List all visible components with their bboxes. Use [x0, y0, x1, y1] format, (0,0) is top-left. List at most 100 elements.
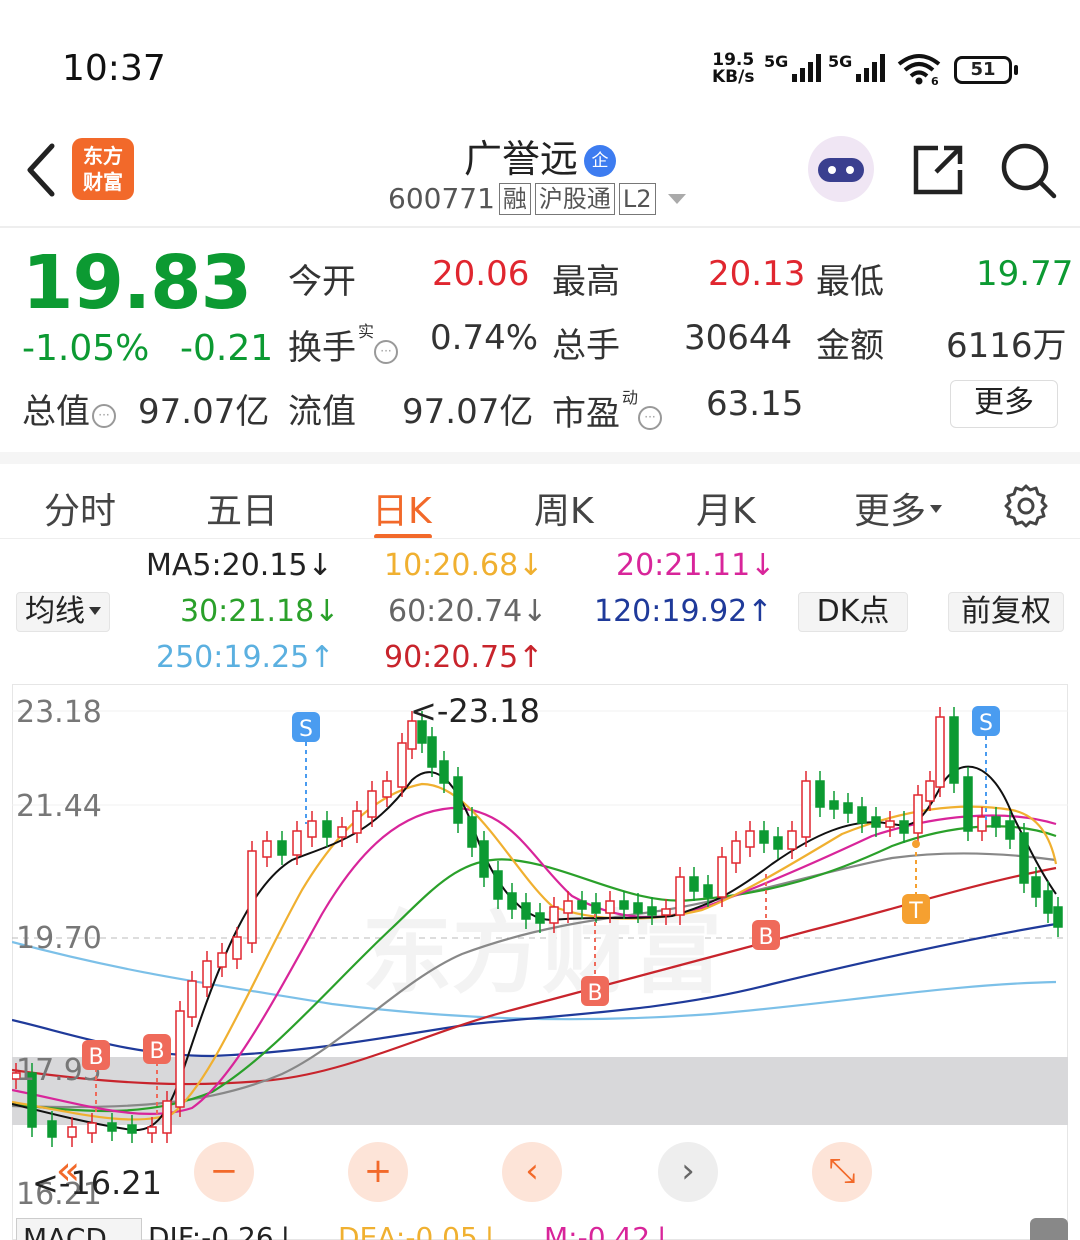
ma10-value: 10:20.68↓	[384, 548, 544, 583]
volume-label: 总手	[552, 326, 620, 366]
pe-label[interactable]: 市盈 动···	[552, 384, 663, 435]
tab-monthly-k[interactable]: 月K	[696, 482, 756, 534]
candle	[175, 1010, 185, 1108]
candle	[521, 902, 531, 920]
period-tabs: 分时 五日 日K 周K 月K 更多	[0, 452, 1080, 539]
collapse-icon[interactable]	[1030, 1218, 1068, 1240]
turnover-value: 0.74%	[430, 318, 539, 358]
chevron-down-icon	[89, 607, 101, 615]
signal-label: S	[299, 717, 313, 742]
signal-label: S	[979, 711, 993, 736]
ma90-value: 90:20.75↑	[384, 640, 544, 675]
candle	[619, 900, 629, 910]
clock: 10:37	[62, 48, 166, 89]
signal-icon: 5G	[764, 52, 824, 84]
pe-sup: 动	[622, 388, 639, 407]
candle	[352, 810, 362, 834]
candle	[367, 790, 377, 818]
candle	[731, 840, 741, 864]
tab-more-label: 更多	[854, 491, 927, 532]
more-info-icon[interactable]: ···	[92, 404, 116, 428]
candle	[577, 900, 587, 910]
candle	[397, 742, 407, 788]
candle	[633, 902, 643, 914]
tab-daily-k[interactable]: 日K	[372, 482, 432, 534]
ma-selector[interactable]: 均线	[16, 592, 110, 632]
signal-label: B	[149, 1039, 164, 1064]
candle	[187, 980, 197, 1018]
macd-m: M:-0.42↓	[544, 1221, 674, 1240]
candle	[453, 776, 463, 824]
pan-left-button[interactable]: ‹	[502, 1142, 562, 1202]
candle	[493, 870, 503, 900]
tab-weekly-k[interactable]: 周K	[534, 482, 594, 534]
candle	[549, 906, 559, 924]
signal-t[interactable]: T	[902, 840, 930, 924]
more-info-icon[interactable]: ···	[374, 340, 399, 364]
candle	[262, 840, 272, 858]
macd-panel: MACD DIF:-0.26↓ DEA:-0.05↓ M:-0.42↓	[0, 1218, 1080, 1240]
low-value: 19.77	[976, 254, 1074, 294]
tab-intraday[interactable]: 分时	[44, 482, 116, 534]
candle	[107, 1122, 117, 1132]
ma-selector-label: 均线	[25, 594, 85, 629]
search-icon[interactable]	[998, 140, 1058, 200]
tab-five-day[interactable]: 五日	[206, 482, 278, 534]
candle	[1031, 876, 1041, 898]
ma30-value: 30:21.18↓	[180, 594, 340, 629]
candle	[202, 960, 212, 988]
wifi-icon: 6	[897, 54, 941, 86]
ma120-value: 120:19.92↑	[594, 594, 773, 629]
tab-more[interactable]: 更多	[854, 482, 943, 534]
assistant-robot-icon[interactable]	[808, 136, 874, 202]
ma250-value: 250:19.25↑	[156, 640, 335, 675]
scroll-left-end-icon[interactable]: «	[38, 1142, 98, 1202]
change-percent: -1.05%	[22, 328, 150, 369]
pan-right-button[interactable]: ›	[658, 1142, 718, 1202]
candle	[87, 1122, 97, 1134]
forward-adjust-button[interactable]: 前复权	[948, 592, 1064, 632]
pe-label-text: 市盈	[552, 394, 620, 434]
more-quote-button[interactable]: 更多	[950, 380, 1058, 428]
candle	[871, 816, 881, 828]
candle	[949, 716, 959, 784]
candle	[479, 840, 489, 878]
settings-gear-icon[interactable]	[1002, 482, 1050, 530]
turnover-label[interactable]: 换手 实···	[288, 318, 399, 369]
open-value: 20.06	[432, 254, 530, 294]
market-cap-label[interactable]: 总值 ···	[22, 384, 116, 433]
share-icon[interactable]	[908, 140, 968, 200]
candle	[307, 820, 317, 838]
ma60-value: 60:20.74↓	[388, 594, 548, 629]
macd-selector[interactable]: MACD	[16, 1218, 142, 1240]
candle	[292, 830, 302, 856]
stock-subtitle[interactable]: 600771 融 沪股通 L2	[388, 182, 686, 215]
candle	[675, 876, 685, 916]
signal-label: B	[587, 981, 602, 1006]
candle	[247, 850, 257, 944]
signal-sell-1[interactable]: S	[292, 712, 320, 824]
signal-icon-2: 5G	[828, 52, 888, 84]
dk-point-button[interactable]: DK点	[798, 592, 908, 632]
y-tick: 19.70	[16, 921, 102, 956]
zoom-out-button[interactable]: −	[194, 1142, 254, 1202]
change-amount: -0.21	[180, 328, 274, 369]
chevron-down-icon[interactable]	[667, 193, 686, 204]
candle	[382, 780, 392, 798]
candle	[591, 902, 601, 914]
tabs-divider	[0, 538, 1080, 539]
candle	[439, 760, 449, 784]
candle	[787, 830, 797, 850]
chevron-down-icon	[930, 505, 943, 513]
more-info-icon[interactable]: ···	[638, 406, 663, 430]
zoom-in-button[interactable]: +	[348, 1142, 408, 1202]
candle	[703, 884, 713, 898]
candle	[1043, 890, 1053, 914]
candle	[815, 780, 825, 808]
max-price-label: <-23.18	[410, 692, 540, 730]
candle	[507, 892, 517, 910]
candle	[991, 816, 1001, 828]
fullscreen-button[interactable]: ⤡	[812, 1142, 872, 1202]
macd-dif: DIF:-0.26↓	[148, 1221, 298, 1240]
turnover-sup: 实	[358, 322, 375, 341]
